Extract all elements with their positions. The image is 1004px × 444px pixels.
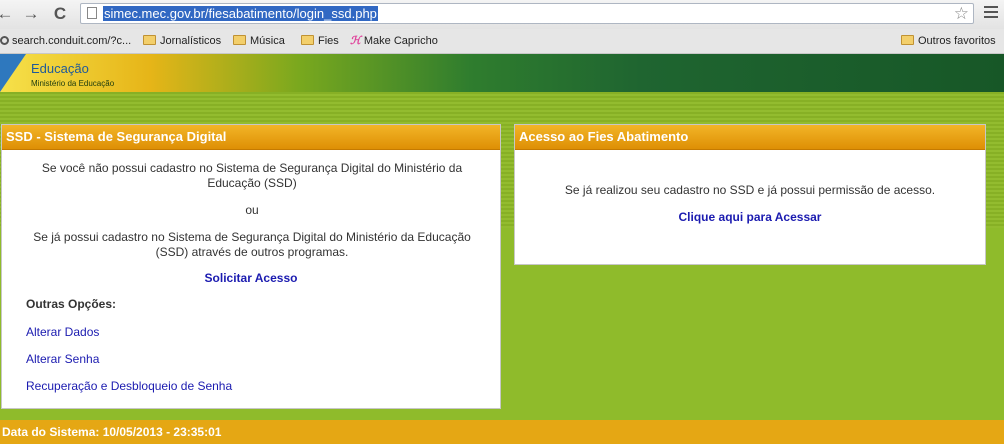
- page-content: SSD - Sistema de Segurança Digital Se vo…: [0, 92, 1004, 444]
- url-text[interactable]: simec.mec.gov.br/fiesabatimento/login_ss…: [103, 6, 378, 21]
- bookmark-jornalisticos[interactable]: Jornalísticos: [143, 35, 221, 48]
- forward-icon[interactable]: →: [20, 3, 42, 25]
- folder-icon: [301, 35, 314, 45]
- ssd-existing-text: Se já possui cadastro no Sistema de Segu…: [33, 230, 471, 259]
- fies-panel-title: Acesso ao Fies Abatimento: [515, 125, 985, 150]
- ssd-panel: SSD - Sistema de Segurança Digital Se vo…: [1, 124, 501, 409]
- page-icon: [87, 7, 97, 19]
- site-title: Educação: [31, 61, 89, 76]
- alterar-senha-link[interactable]: Alterar Senha: [26, 352, 99, 366]
- ssd-panel-title: SSD - Sistema de Segurança Digital: [2, 125, 500, 150]
- menu-icon[interactable]: [984, 6, 998, 21]
- bookmark-make-capricho[interactable]: ℋ Make Capricho: [350, 35, 438, 48]
- access-link[interactable]: Clique aqui para Acessar: [515, 210, 985, 224]
- alterar-dados-link[interactable]: Alterar Dados: [26, 325, 99, 339]
- other-options-label: Outras Opções:: [26, 297, 117, 311]
- folder-icon: [233, 35, 246, 45]
- fies-info-text: Se já realizou seu cadastro no SSD e já …: [564, 183, 936, 197]
- request-access-link[interactable]: Solicitar Acesso: [2, 271, 500, 285]
- address-bar[interactable]: simec.mec.gov.br/fiesabatimento/login_ss…: [80, 3, 974, 24]
- bookmark-star-icon[interactable]: ☆: [954, 4, 969, 23]
- recuperacao-senha-link[interactable]: Recuperação e Desbloqueio de Senha: [26, 379, 232, 393]
- system-date-footer: Data do Sistema: 10/05/2013 - 23:35:01: [0, 420, 1004, 444]
- logo-wedge: [0, 54, 26, 92]
- fies-panel: Acesso ao Fies Abatimento Se já realizou…: [514, 124, 986, 265]
- or-text: ou: [245, 203, 259, 217]
- reload-icon[interactable]: C: [49, 3, 71, 25]
- bookmark-fies[interactable]: Fies: [301, 35, 339, 48]
- bookmark-musica[interactable]: Música: [233, 35, 285, 48]
- ssd-register-text: Se você não possui cadastro no Sistema d…: [41, 161, 463, 190]
- folder-icon: [143, 35, 156, 45]
- bookmark-search-conduit[interactable]: search.conduit.com/?c...: [0, 35, 131, 48]
- folder-icon: [901, 35, 914, 45]
- back-icon[interactable]: ←: [0, 3, 16, 25]
- browser-toolbar: ← → C simec.mec.gov.br/fiesabatimento/lo…: [0, 0, 1004, 29]
- capricho-icon: ℋ: [350, 35, 361, 47]
- bookmarks-bar: search.conduit.com/?c... Jornalísticos M…: [0, 29, 1004, 54]
- bookmark-outros-favoritos[interactable]: Outros favoritos: [901, 35, 996, 48]
- search-icon: [0, 36, 9, 45]
- site-banner: Educação Ministério da Educação: [0, 54, 1004, 92]
- site-subtitle: Ministério da Educação: [31, 79, 115, 88]
